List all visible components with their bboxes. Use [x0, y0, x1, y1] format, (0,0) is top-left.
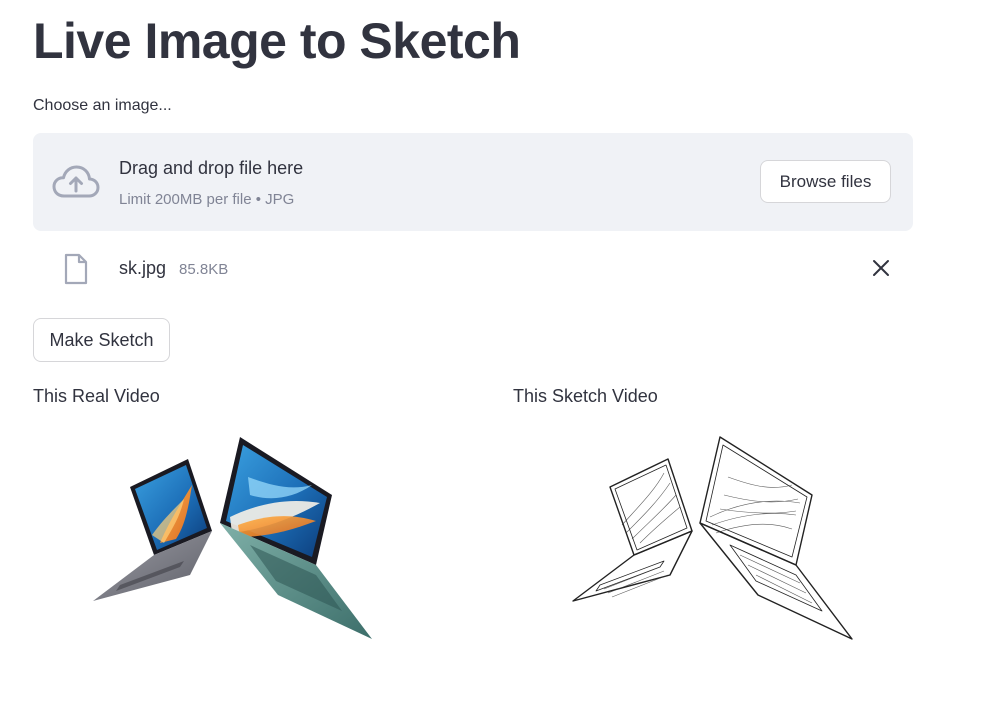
file-dropzone[interactable]: Drag and drop file here Limit 200MB per …: [33, 133, 913, 231]
real-video-label: This Real Video: [33, 386, 160, 406]
page-title: Live Image to Sketch: [33, 13, 521, 69]
make-sketch-button[interactable]: Make Sketch: [33, 318, 170, 362]
close-icon[interactable]: [869, 256, 893, 280]
dropzone-limit-text: Limit 200MB per file • JPG: [119, 191, 295, 208]
uploader-label: Choose an image...: [33, 97, 172, 114]
uploaded-file-name: sk.jpg: [119, 258, 167, 278]
sketch-laptops-image: [572, 436, 853, 640]
real-laptops-image: [93, 437, 372, 639]
uploaded-file-size: 85.8KB: [179, 261, 229, 278]
cloud-upload-icon: [52, 165, 100, 198]
browse-files-button[interactable]: Browse files: [760, 160, 891, 203]
uploaded-file-row: sk.jpg 85.8KB: [33, 248, 913, 292]
file-icon: [64, 253, 88, 285]
dropzone-title: Drag and drop file here: [119, 158, 304, 178]
sketch-video-label: This Sketch Video: [513, 386, 658, 406]
